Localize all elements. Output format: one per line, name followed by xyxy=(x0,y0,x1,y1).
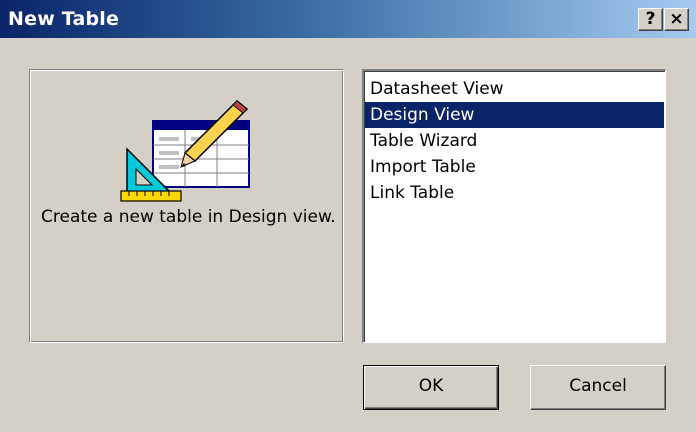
preview-panel: Create a new table in Design view. xyxy=(29,69,344,343)
list-item[interactable]: Table Wizard xyxy=(365,128,664,154)
preview-description: Create a new table in Design view. xyxy=(41,207,336,227)
list-item[interactable]: Link Table xyxy=(365,180,664,206)
list-item[interactable]: Datasheet View xyxy=(365,76,664,102)
list-item[interactable]: Import Table xyxy=(365,154,664,180)
help-button[interactable]: ? xyxy=(638,8,663,31)
table-design-icon xyxy=(120,99,250,202)
new-table-dialog: New Table ? × Create a new table in Desi… xyxy=(0,0,696,432)
title-bar[interactable]: New Table ? × xyxy=(0,0,696,38)
close-icon: × xyxy=(669,9,684,29)
cancel-button[interactable]: Cancel xyxy=(530,365,666,410)
close-button[interactable]: × xyxy=(664,8,689,31)
help-icon: ? xyxy=(645,9,656,29)
window-title: New Table xyxy=(8,8,120,30)
ok-button[interactable]: OK xyxy=(363,365,499,410)
list-item[interactable]: Design View xyxy=(365,102,664,128)
new-table-options-list[interactable]: Datasheet View Design View Table Wizard Imp… xyxy=(362,69,666,343)
